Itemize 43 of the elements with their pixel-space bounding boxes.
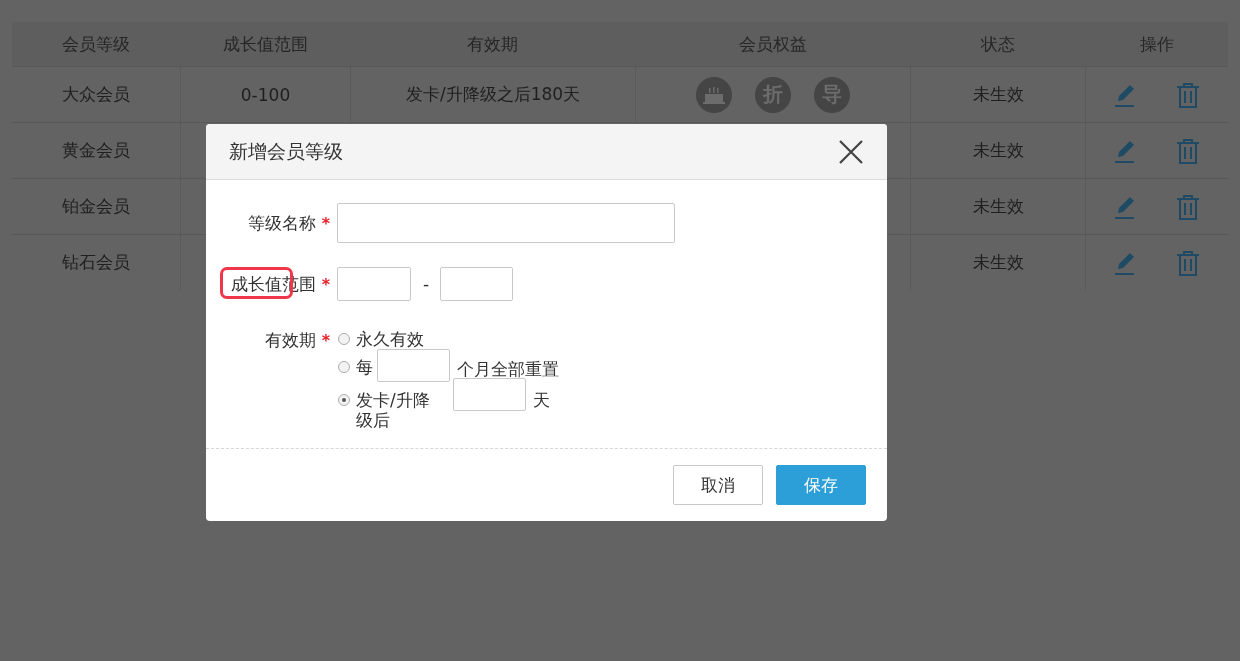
table-cell: 钻石会员: [62, 251, 130, 274]
range-separator: -: [423, 274, 428, 294]
column-header: 有效期: [350, 22, 635, 66]
table-cell: 未生效: [972, 139, 1024, 162]
radio-label: 每: [356, 357, 373, 377]
table-cell: 大众会员: [62, 83, 130, 106]
range-input[interactable]: [440, 267, 513, 301]
column-header: 会员权益: [635, 22, 910, 66]
number-input[interactable]: [377, 349, 450, 382]
trash-icon[interactable]: [1176, 81, 1200, 108]
trash-icon[interactable]: [1176, 249, 1200, 276]
column-header: 状态: [910, 22, 1085, 66]
unit-label: 个月全部重置: [457, 359, 559, 379]
required-mark: *: [321, 274, 330, 294]
dialog-title: 新增会员等级: [229, 138, 343, 164]
name-input[interactable]: [337, 203, 675, 243]
table-cell: 黄金会员: [62, 139, 130, 162]
radio-button[interactable]: [338, 361, 350, 373]
cancel-button[interactable]: 取消: [673, 465, 763, 505]
required-mark: *: [321, 213, 330, 233]
radio-label: 发卡/升降级后: [356, 390, 431, 430]
field-label: 有效期: [264, 329, 316, 352]
number-input[interactable]: [453, 378, 526, 411]
table-cell: 0-100: [240, 84, 291, 105]
column-header: 操作: [1085, 22, 1228, 66]
required-mark: *: [321, 331, 330, 350]
column-header: 成长值范围: [180, 22, 350, 66]
field-label: 等级名称: [247, 211, 316, 235]
unit-label: 天: [533, 390, 550, 410]
table-cell: 未生效: [972, 83, 1024, 106]
radio-button[interactable]: [338, 333, 350, 345]
cake-icon: [696, 76, 732, 113]
column-header: 会员等级: [12, 22, 180, 66]
close-button[interactable]: [837, 137, 865, 166]
trash-icon[interactable]: [1176, 193, 1200, 220]
table-cell: 铂金会员: [62, 195, 130, 218]
trash-icon[interactable]: [1176, 137, 1200, 164]
radio-button[interactable]: [338, 394, 350, 406]
range-input[interactable]: [337, 267, 411, 301]
table-cell: 发卡/升降级之后180天: [405, 83, 581, 106]
table-cell: 未生效: [972, 251, 1024, 274]
table-cell: 未生效: [972, 195, 1024, 218]
radio-label: 永久有效: [356, 329, 424, 349]
